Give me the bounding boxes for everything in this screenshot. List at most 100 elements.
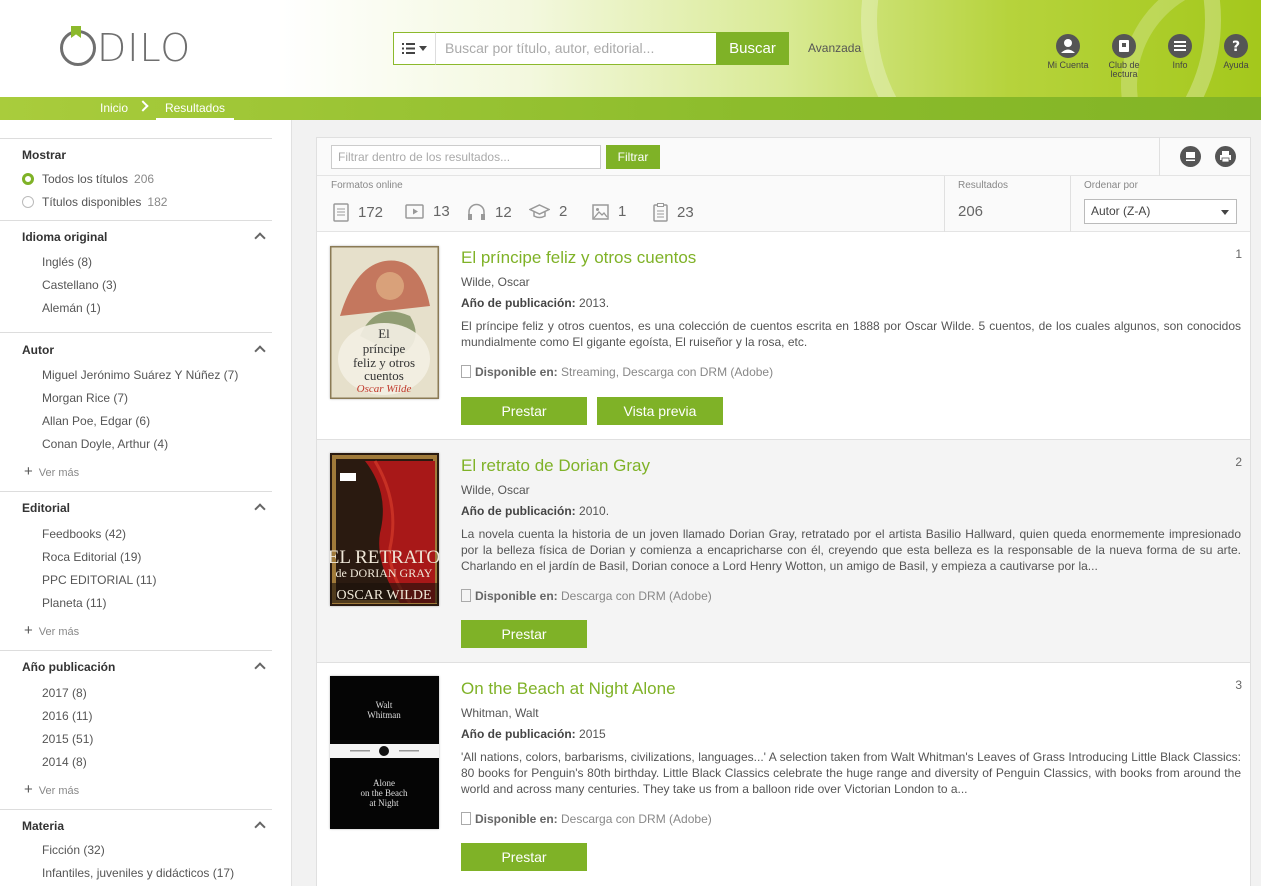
- format-ebook[interactable]: 172: [333, 203, 383, 222]
- formats-label: Formatos online: [331, 180, 403, 191]
- filter-title: Mostrar: [22, 148, 67, 162]
- filter-section-editorial: Editorial Feedbooks (42) Roca Editorial …: [0, 491, 272, 650]
- result-title[interactable]: El príncipe feliz y otros cuentos: [461, 248, 696, 268]
- filter-option[interactable]: Infantiles, juveniles y didácticos (17): [42, 866, 234, 880]
- result-year: Año de publicación: 2013.: [461, 296, 609, 310]
- chevron-up-icon[interactable]: [254, 232, 266, 244]
- search-input[interactable]: Buscar por título, autor, editorial...: [436, 32, 716, 65]
- odilo-logo[interactable]: DILO: [60, 26, 191, 69]
- result-availability: Disponible en: Descarga con DRM (Adobe): [461, 589, 712, 603]
- option-count: 182: [147, 195, 168, 209]
- plus-icon: +: [24, 781, 33, 798]
- filter-option[interactable]: Planeta (11): [42, 596, 106, 610]
- option-count: 206: [134, 172, 155, 186]
- filter-option[interactable]: Conan Doyle, Arthur (4): [42, 437, 168, 451]
- book-cover[interactable]: El príncipe feliz y otros cuentos Oscar …: [330, 246, 439, 399]
- header: DILO Buscar por título, autor, editorial…: [0, 0, 1261, 97]
- result-description: La novela cuenta la historia de un joven…: [461, 527, 1241, 573]
- result-author[interactable]: Wilde, Oscar: [461, 483, 530, 497]
- year-label: Año de publicación:: [461, 296, 576, 310]
- result-title[interactable]: El retrato de Dorian Gray: [461, 456, 650, 476]
- result-author[interactable]: Whitman, Walt: [461, 706, 539, 720]
- filter-title: Año publicación: [22, 660, 116, 674]
- radio-all-titles[interactable]: [22, 173, 34, 185]
- format-document[interactable]: 23: [653, 203, 694, 222]
- format-audiobook[interactable]: 12: [467, 203, 512, 221]
- filter-title: Materia: [22, 819, 65, 833]
- caret-down-icon: [1221, 210, 1229, 215]
- result-author[interactable]: Wilde, Oscar: [461, 275, 530, 289]
- book-cover[interactable]: Walt Whitman Alone on the Beach at Night: [330, 676, 439, 829]
- result-title[interactable]: On the Beach at Night Alone: [461, 679, 676, 699]
- book-club-button[interactable]: Club de lectura: [1096, 34, 1152, 79]
- result-number: 2: [1235, 455, 1242, 469]
- cover-line: cuentos: [364, 368, 404, 383]
- avail-value: Descarga con DRM (Adobe): [561, 589, 712, 603]
- chevron-up-icon[interactable]: [254, 662, 266, 674]
- export-icon[interactable]: [1180, 146, 1201, 167]
- format-count: 172: [358, 204, 384, 221]
- year-value: 2015: [579, 727, 606, 741]
- radio-available-titles[interactable]: [22, 196, 34, 208]
- filter-option[interactable]: Roca Editorial (19): [42, 550, 141, 564]
- filter-results-input[interactable]: Filtrar dentro de los resultados...: [331, 145, 601, 169]
- filter-option[interactable]: Miguel Jerónimo Suárez Y Núñez (7): [42, 368, 238, 382]
- print-icon[interactable]: [1215, 146, 1236, 167]
- year-label: Año de publicación:: [461, 727, 576, 741]
- filter-title: Autor: [22, 343, 54, 357]
- format-elearning[interactable]: 2: [529, 203, 567, 220]
- show-more-link[interactable]: + Ver más: [24, 781, 79, 798]
- filter-option[interactable]: Todos los títulos 206: [42, 172, 154, 186]
- show-more-label: Ver más: [38, 785, 80, 797]
- show-more-link[interactable]: + Ver más: [24, 463, 79, 480]
- borrow-button[interactable]: Prestar: [461, 397, 587, 425]
- filter-option[interactable]: 2017 (8): [42, 686, 87, 700]
- chevron-up-icon[interactable]: [254, 345, 266, 357]
- preview-button[interactable]: Vista previa: [597, 397, 723, 425]
- search-button[interactable]: Buscar: [716, 32, 789, 65]
- info-button[interactable]: Info: [1152, 34, 1208, 79]
- user-icon: [1056, 34, 1080, 58]
- filter-option[interactable]: 2015 (51): [42, 732, 93, 746]
- results-stats: Formatos online 172 13 12 2 1 23 Resulta…: [317, 176, 1250, 232]
- cover-line: Oscar Wilde: [357, 383, 412, 395]
- filter-option[interactable]: Alemán (1): [42, 301, 101, 315]
- filter-option[interactable]: Castellano (3): [42, 278, 117, 292]
- search-type-dropdown[interactable]: [393, 32, 436, 65]
- cover-line: Walt: [376, 700, 393, 710]
- filter-option[interactable]: Morgan Rice (7): [42, 391, 128, 405]
- borrow-button[interactable]: Prestar: [461, 620, 587, 648]
- ebook-icon: [333, 203, 349, 222]
- filter-option[interactable]: PPC EDITORIAL (11): [42, 573, 156, 587]
- book-cover[interactable]: EL RETRATO de DORIAN GRAY OSCAR WILDE: [330, 453, 439, 606]
- borrow-button[interactable]: Prestar: [461, 843, 587, 871]
- format-count: 2: [559, 203, 568, 220]
- video-icon: [405, 204, 424, 219]
- sort-select[interactable]: Autor (Z-A): [1084, 199, 1237, 224]
- format-image[interactable]: 1: [592, 203, 626, 220]
- filter-option[interactable]: 2016 (11): [42, 709, 92, 723]
- result-availability: Disponible en: Streaming, Descarga con D…: [461, 365, 773, 379]
- show-more-label: Ver más: [38, 626, 80, 638]
- chevron-up-icon[interactable]: [254, 503, 266, 515]
- cover-art: El príncipe feliz y otros cuentos Oscar …: [330, 246, 439, 399]
- results-toolbar: Filtrar dentro de los resultados... Filt…: [317, 138, 1250, 176]
- filter-section-materia: Materia Ficción (32) Infantiles, juvenil…: [0, 809, 272, 886]
- filter-option[interactable]: Allan Poe, Edgar (6): [42, 414, 150, 428]
- breadcrumb-home[interactable]: Inicio: [100, 101, 128, 115]
- filter-option[interactable]: Ficción (32): [42, 843, 105, 857]
- avail-value: Descarga con DRM (Adobe): [561, 812, 712, 826]
- help-button[interactable]: ? Ayuda: [1208, 34, 1261, 79]
- filter-button[interactable]: Filtrar: [606, 145, 660, 169]
- filter-option[interactable]: 2014 (8): [42, 755, 87, 769]
- show-more-link[interactable]: + Ver más: [24, 622, 79, 639]
- my-account-button[interactable]: Mi Cuenta: [1040, 34, 1096, 79]
- tool-label: Ayuda: [1223, 60, 1249, 70]
- caret-down-icon: [419, 46, 427, 51]
- filter-option[interactable]: Títulos disponibles 182: [42, 195, 167, 209]
- filter-option[interactable]: Inglés (8): [42, 255, 92, 269]
- chevron-up-icon[interactable]: [254, 821, 266, 833]
- advanced-search-link[interactable]: Avanzada: [808, 41, 861, 55]
- format-video[interactable]: 13: [405, 203, 450, 220]
- filter-option[interactable]: Feedbooks (42): [42, 527, 126, 541]
